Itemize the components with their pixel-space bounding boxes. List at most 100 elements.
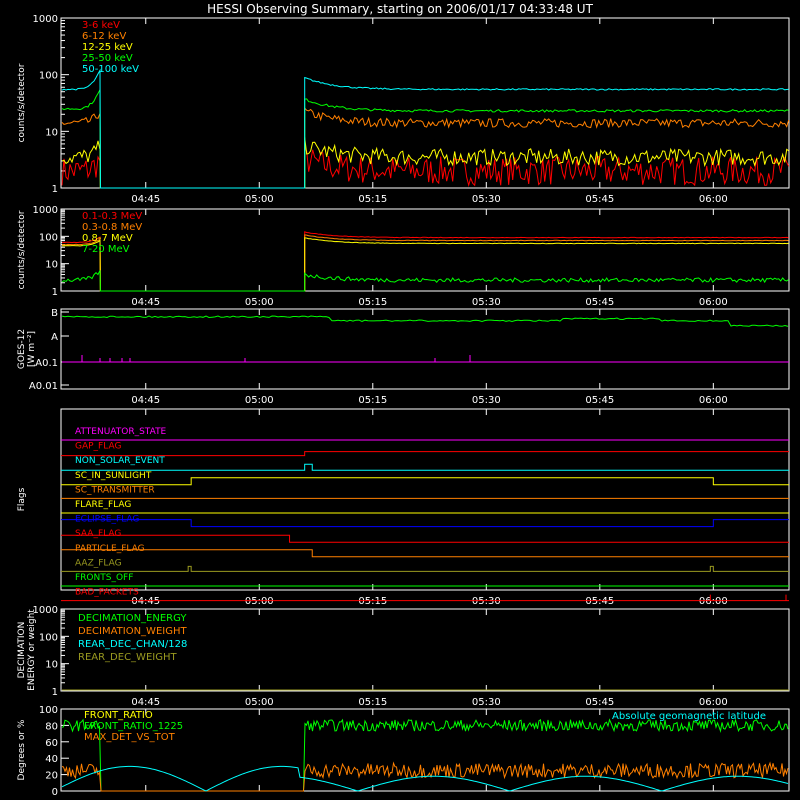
ratio-ylabel: Degrees or % [17,719,27,780]
highE-series-2 [61,237,789,292]
flag-label-8: PARTICLE_FLAG [75,544,145,554]
flag-line-11 [61,594,789,602]
highE-xtick-label-0: 04:45 [131,297,160,308]
lowE-series-3 [61,89,789,189]
decim-xtick-label-3: 05:30 [472,697,501,708]
ratio-ytick-label-4: 80 [45,721,58,732]
flag-label-1: GAP_FLAG [75,442,121,452]
lowE-series-1 [61,106,790,189]
lowE-legend-0: 3-6 keV [82,20,120,31]
decim-ylabel: DECIMATION [17,622,27,679]
flag-line-8 [61,549,789,558]
ratio-ytick-label-1: 20 [45,771,58,782]
lowE-xtick-label-1: 05:00 [245,194,274,205]
goes-ytick-label-1: A0.1 [35,358,58,369]
flags-xtick-label-4: 05:45 [585,596,614,607]
ratio-series-2 [61,761,789,792]
flags-xtick-label-3: 05:30 [472,596,501,607]
highE-xtick-label-3: 05:30 [472,297,501,308]
flag-label-11: BAD_PACKETS [75,588,139,598]
flag-label-5: FLARE_FLAG [75,500,131,510]
decim-legend-2: REAR_DEC_CHAN/128 [78,639,187,650]
flag-line-3 [61,477,789,486]
decim-xtick-label-1: 05:00 [245,697,274,708]
flag-line-2 [61,463,789,471]
decim-legend-3: REAR_DEC_WEIGHT [78,652,177,663]
goes-series-0 [61,315,789,327]
highE-legend-0: 0.1-0.3 MeV [82,211,142,222]
decim-ytick-label-0: 1 [52,687,58,698]
ratio-ytick-label-2: 40 [45,754,58,765]
ratio-legend-3: Absolute geomagnetic latitude [612,711,766,722]
goes-ytick-label-0: A0.01 [29,381,58,392]
flag-label-10: FRONTS_OFF [75,573,133,583]
lowE-xtick-label-4: 05:45 [585,194,614,205]
decim-xtick-label-5: 06:00 [699,697,728,708]
ratio-legend-2: MAX_DET_VS_TOT [84,732,176,743]
ratio-ytick-label-3: 60 [45,738,58,749]
decim-xtick-label-0: 04:45 [131,697,160,708]
lowE-xtick-label-0: 04:45 [131,194,160,205]
flag-line-6 [61,519,789,528]
flag-label-9: AAZ_FLAG [75,558,122,568]
lowE-legend-4: 50-100 keV [82,64,139,75]
highE-legend-3: 7-20 MeV [82,244,130,255]
goes-ylabel: GOES-12 [17,329,27,369]
goes-ytick-label-2: A [51,332,58,343]
lowE-xtick-label-5: 06:00 [699,194,728,205]
lowE-series-4 [61,68,789,189]
lowE-ytick-label-2: 100 [39,71,58,82]
flag-line-9 [61,565,789,572]
decim-xtick-label-4: 05:45 [585,697,614,708]
observing-summary-chart: HESSI Observing Summary, starting on 200… [17,2,790,798]
flag-label-4: SC_TRANSMITTER [75,485,155,495]
highE-legend-2: 0.8-7 MeV [82,233,133,244]
ratio-series-3 [61,765,789,792]
decim-ytick-label-2: 100 [39,632,58,643]
flags-xtick-label-0: 04:45 [131,596,160,607]
flags-xtick-label-5: 06:00 [699,596,728,607]
flag-label-7: SAA_FLAG [75,529,121,539]
lowE-legend-1: 6-12 keV [82,31,126,42]
chart-title: HESSI Observing Summary, starting on 200… [207,2,593,16]
highE-ytick-label-2: 100 [39,232,58,243]
ratio-ytick-label-5: 100 [39,705,58,716]
highE-legend-1: 0.3-0.8 MeV [82,222,142,233]
flag-line-7 [61,534,789,543]
decim-xtick-label-2: 05:15 [358,697,387,708]
decim-legend-0: DECIMATION_ENERGY [78,613,187,624]
flag-label-0: ATTENUATOR_STATE [75,427,167,437]
flag-line-1 [61,451,789,457]
decim-ylabel2: ENERGY or weight [27,609,37,691]
highE-series-3 [61,270,789,292]
flags-xtick-label-2: 05:15 [358,596,387,607]
highE-ytick-label-1: 10 [45,260,58,271]
goes-xtick-label-0: 04:45 [131,395,160,406]
highE-frame [60,208,790,292]
decim-legend-1: DECIMATION_WEIGHT [78,626,187,637]
decim-ytick-label-3: 1000 [33,605,58,616]
flag-label-3: SC_IN_SUNLIGHT [75,471,152,481]
lowE-ytick-label-0: 1 [52,184,58,195]
lowE-xtick-label-3: 05:30 [472,194,501,205]
lowE-legend-2: 12-25 keV [82,42,133,53]
flags-ylabel: Flags [17,487,27,511]
highE-xtick-label-1: 05:00 [245,297,274,308]
flags-xtick-label-1: 05:00 [245,596,274,607]
lowE-series-0 [61,146,790,189]
ratio-ytick-label-0: 0 [52,787,58,798]
goes-xtick-label-2: 05:15 [358,395,387,406]
ratio-legend-0: FRONT_RATIO [84,710,153,721]
goes-ytick-label-3: B [51,308,58,319]
goes-xtick-label-3: 05:30 [472,395,501,406]
decim-ytick-label-1: 10 [45,660,58,671]
lowE-legend-3: 25-50 keV [82,53,133,64]
highE-xtick-label-5: 06:00 [699,297,728,308]
highE-xtick-label-4: 05:45 [585,297,614,308]
highE-ytick-label-0: 1 [52,287,58,298]
lowE-ytick-label-3: 1000 [33,14,58,25]
lowE-ytick-label-1: 10 [45,127,58,138]
highE-ytick-label-3: 1000 [33,205,58,216]
flag-label-2: NON_SOLAR_EVENT [75,456,165,466]
lowE-xtick-label-2: 05:15 [358,194,387,205]
